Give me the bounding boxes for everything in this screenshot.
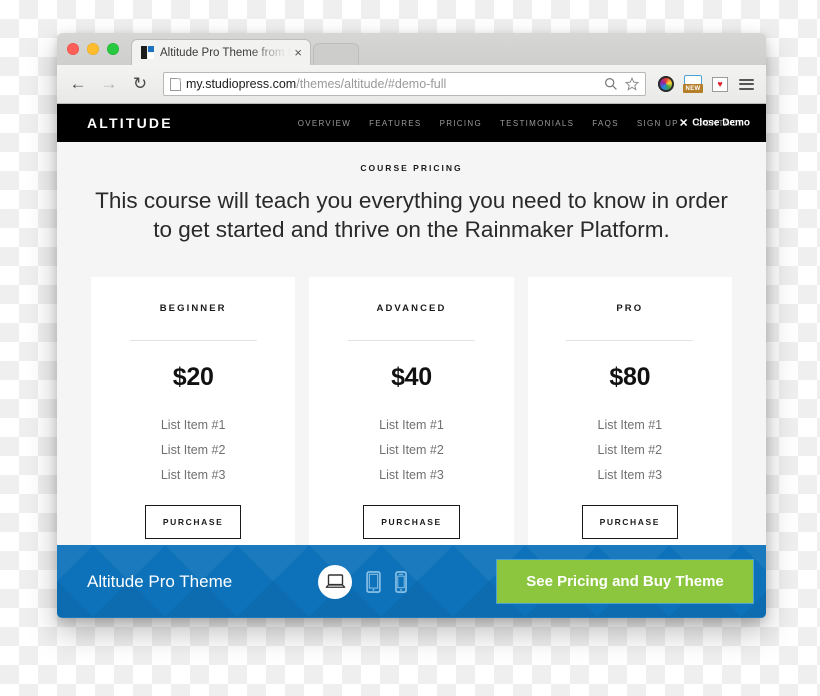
url-path: /themes/altitude/#demo-full	[296, 77, 447, 91]
nav-link-faqs[interactable]: FAQS	[592, 119, 619, 128]
tab-close-icon[interactable]: ×	[292, 44, 304, 61]
list-item: List Item #1	[597, 417, 663, 432]
card-price: $40	[391, 363, 432, 392]
pricing-card-beginner: BEGINNER $20 List Item #1 List Item #2 L…	[91, 277, 296, 570]
browser-tab-strip: Altitude Pro Theme from S ×	[57, 33, 766, 65]
browser-toolbar: ← → ↻ my.studiopress.com/themes/altitude…	[57, 65, 766, 104]
pricing-grid: BEGINNER $20 List Item #1 List Item #2 L…	[87, 277, 736, 570]
purchase-button[interactable]: PURCHASE	[144, 505, 242, 540]
maximize-window-button[interactable]	[107, 43, 119, 55]
heart-icon[interactable]: ♥	[712, 76, 728, 92]
close-icon: ✕	[678, 117, 689, 130]
list-item: List Item #1	[160, 417, 226, 432]
list-item: List Item #3	[379, 467, 444, 482]
close-demo-button[interactable]: ✕ Close Demo	[679, 117, 750, 130]
pricing-section: COURSE PRICING This course will teach yo…	[57, 142, 766, 570]
url-host: my.studiopress.com	[186, 77, 297, 91]
forward-button[interactable]: →	[98, 73, 120, 95]
nav-link-testimonials[interactable]: TESTIMONIALS	[500, 119, 574, 128]
card-feature-list: List Item #1 List Item #2 List Item #3	[323, 412, 499, 487]
nav-link-overview[interactable]: OVERVIEW	[298, 119, 351, 128]
list-item: List Item #1	[379, 417, 444, 432]
star-icon[interactable]	[625, 77, 639, 91]
tab-title: Altitude Pro Theme from S	[160, 46, 293, 59]
list-item: List Item #2	[379, 442, 444, 457]
page-info-icon	[170, 77, 181, 91]
pricing-card-pro: PRO $80 List Item #1 List Item #2 List I…	[527, 277, 732, 570]
device-switcher	[318, 564, 408, 599]
card-divider	[129, 340, 257, 342]
card-divider	[348, 340, 475, 342]
page-title: This course will teach you everything yo…	[95, 188, 728, 242]
nav-link-signup[interactable]: SIGN UP	[637, 119, 679, 128]
card-feature-list: List Item #1 List Item #2 List Item #3	[105, 412, 281, 487]
minimize-window-button[interactable]	[87, 43, 99, 55]
close-demo-label: Close Demo	[692, 117, 750, 129]
reload-button[interactable]: ↻	[129, 73, 151, 95]
page-viewport: ALTITUDE OVERVIEW FEATURES PRICING TESTI…	[57, 104, 766, 618]
demo-theme-name: Altitude Pro Theme	[87, 571, 233, 591]
nav-link-features[interactable]: FEATURES	[369, 119, 421, 128]
new-badge-icon[interactable]: NEW	[683, 75, 703, 93]
favicon-icon	[141, 46, 154, 59]
site-navigation: ALTITUDE OVERVIEW FEATURES PRICING TESTI…	[57, 104, 766, 142]
address-bar-icons	[604, 77, 639, 91]
card-price: $20	[172, 363, 214, 392]
card-title: BEGINNER	[159, 303, 227, 315]
list-item: List Item #2	[160, 442, 226, 457]
list-item: List Item #3	[597, 467, 663, 482]
section-eyebrow: COURSE PRICING	[360, 163, 463, 173]
purchase-button[interactable]: PURCHASE	[363, 505, 460, 540]
nav-link-pricing[interactable]: PRICING	[440, 119, 482, 128]
see-pricing-buy-theme-button[interactable]: See Pricing and Buy Theme	[496, 559, 754, 604]
purchase-button[interactable]: PURCHASE	[581, 505, 679, 540]
close-window-button[interactable]	[67, 43, 79, 55]
back-button[interactable]: ←	[67, 73, 89, 95]
search-icon[interactable]	[604, 77, 618, 91]
card-title: PRO	[616, 303, 644, 315]
window-controls	[67, 43, 119, 55]
card-feature-list: List Item #1 List Item #2 List Item #3	[542, 412, 718, 487]
desktop-view-button[interactable]	[318, 564, 353, 599]
address-bar[interactable]: my.studiopress.com/themes/altitude/#demo…	[163, 72, 646, 96]
pricing-card-advanced: ADVANCED $40 List Item #1 List Item #2 L…	[309, 277, 514, 570]
laptop-icon	[325, 573, 346, 588]
color-wheel-icon[interactable]	[658, 76, 674, 92]
browser-extensions: NEW ♥	[658, 75, 756, 93]
card-price: $80	[609, 363, 651, 392]
tablet-icon	[366, 570, 381, 593]
list-item: List Item #3	[160, 467, 226, 482]
hamburger-menu-icon[interactable]	[737, 77, 756, 92]
list-item: List Item #2	[597, 442, 663, 457]
new-tab-button[interactable]	[313, 43, 359, 65]
mobile-view-button[interactable]	[395, 570, 408, 593]
card-divider	[566, 340, 694, 342]
browser-tab-active[interactable]: Altitude Pro Theme from S ×	[131, 39, 311, 65]
mobile-icon	[395, 570, 408, 593]
site-logo[interactable]: ALTITUDE	[87, 115, 173, 131]
demo-bar: Altitude Pro Theme See Pricing and Buy T…	[57, 545, 766, 618]
tablet-view-button[interactable]	[366, 570, 381, 593]
new-badge-label: NEW	[683, 84, 703, 93]
url-text: my.studiopress.com/themes/altitude/#demo…	[186, 77, 599, 91]
browser-window: Altitude Pro Theme from S × ← → ↻ my.stu…	[57, 33, 766, 618]
card-title: ADVANCED	[376, 303, 447, 315]
